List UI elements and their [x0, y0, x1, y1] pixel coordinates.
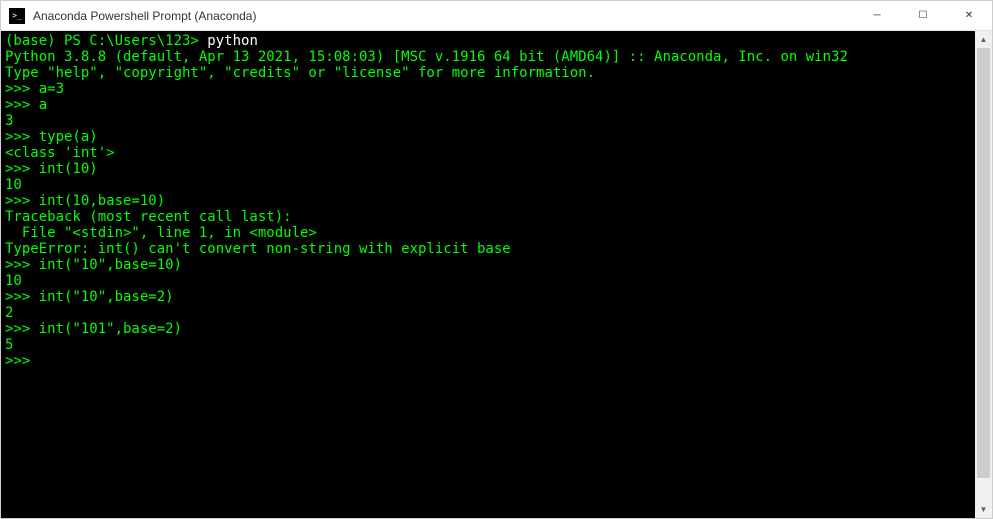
- scrollbar-track[interactable]: [975, 48, 992, 501]
- maximize-button[interactable]: ☐: [900, 1, 946, 30]
- titlebar[interactable]: Anaconda Powershell Prompt (Anaconda) ─ …: [1, 1, 992, 31]
- command-input: python: [207, 33, 258, 49]
- ps-prompt: (base) PS C:\Users\123>: [5, 33, 207, 49]
- app-icon: [9, 8, 25, 24]
- terminal-line: Type "help", "copyright", "credits" or "…: [5, 65, 971, 81]
- terminal-line: File "<stdin>", line 1, in <module>: [5, 225, 971, 241]
- terminal-line: >>> int("101",base=2): [5, 321, 971, 337]
- terminal-line: >>> a: [5, 97, 971, 113]
- terminal-line: 5: [5, 337, 971, 353]
- terminal-line: Python 3.8.8 (default, Apr 13 2021, 15:0…: [5, 49, 971, 65]
- close-button[interactable]: ✕: [946, 1, 992, 30]
- terminal-line: >>> int("10",base=10): [5, 257, 971, 273]
- scrollbar-down-button[interactable]: ▼: [975, 501, 992, 518]
- terminal-line: >>> a=3: [5, 81, 971, 97]
- terminal-line: 10: [5, 273, 971, 289]
- scrollbar[interactable]: ▲ ▼: [975, 31, 992, 518]
- terminal-line: (base) PS C:\Users\123> python: [5, 33, 971, 49]
- scrollbar-thumb[interactable]: [977, 48, 990, 478]
- window: Anaconda Powershell Prompt (Anaconda) ─ …: [0, 0, 993, 519]
- terminal-line: >>>: [5, 353, 971, 369]
- terminal[interactable]: (base) PS C:\Users\123> pythonPython 3.8…: [1, 31, 975, 518]
- terminal-line: >>> int(10): [5, 161, 971, 177]
- terminal-line: <class 'int'>: [5, 145, 971, 161]
- terminal-line: >>> int(10,base=10): [5, 193, 971, 209]
- terminal-container: (base) PS C:\Users\123> pythonPython 3.8…: [1, 31, 992, 518]
- terminal-line: 2: [5, 305, 971, 321]
- minimize-button[interactable]: ─: [854, 1, 900, 30]
- window-controls: ─ ☐ ✕: [854, 1, 992, 30]
- terminal-line: >>> int("10",base=2): [5, 289, 971, 305]
- terminal-line: >>> type(a): [5, 129, 971, 145]
- terminal-line: Traceback (most recent call last):: [5, 209, 971, 225]
- terminal-line: TypeError: int() can't convert non-strin…: [5, 241, 971, 257]
- scrollbar-up-button[interactable]: ▲: [975, 31, 992, 48]
- terminal-line: 3: [5, 113, 971, 129]
- terminal-line: 10: [5, 177, 971, 193]
- window-title: Anaconda Powershell Prompt (Anaconda): [33, 9, 854, 23]
